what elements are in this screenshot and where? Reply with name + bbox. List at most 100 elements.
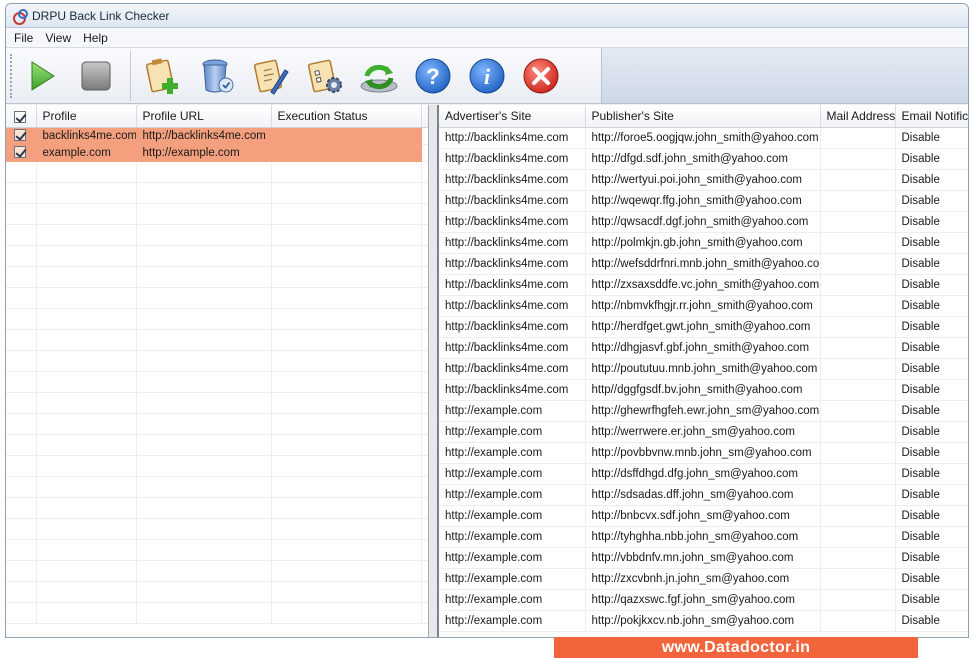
result-row[interactable]: http://example.com http://povbbvnw.mnb.jo… (439, 442, 968, 464)
mail-address (820, 274, 896, 296)
empty-row (6, 287, 428, 309)
profiles-table: Profile Profile URL Execution Status bac… (6, 105, 428, 624)
result-row[interactable]: http://backlinks4me.com http://zxsaxsddfe… (439, 274, 968, 296)
result-row[interactable]: http://example.com http://vbbdnfv.mn.john… (439, 547, 968, 569)
publisher-site: http://polmkjn.gb.john_smith@yahoo.com (585, 232, 821, 254)
result-row[interactable]: http://example.com http://tyhghha.nbb.joh… (439, 526, 968, 548)
empty-cell (36, 518, 137, 540)
exit-button[interactable] (519, 54, 563, 98)
pane-splitter[interactable] (429, 105, 437, 637)
publisher-site: http://vbbdnfv.mn.john_sm@yahoo.com (585, 547, 821, 569)
result-row[interactable]: http://example.com http://pokjkxcv.nb.joh… (439, 610, 968, 632)
help-button[interactable]: ? (411, 54, 455, 98)
start-button[interactable] (20, 54, 64, 98)
select-all-checkbox[interactable] (6, 105, 37, 128)
advertiser-site: http://backlinks4me.com (439, 169, 586, 191)
empty-cell (6, 518, 37, 540)
empty-row (6, 518, 428, 540)
empty-cell (421, 497, 428, 519)
empty-row (6, 371, 428, 393)
mail-address (820, 337, 896, 359)
content-panes: Profile Profile URL Execution Status bac… (6, 105, 968, 637)
advertiser-site: http://backlinks4me.com (439, 358, 586, 380)
empty-cell (6, 497, 37, 519)
empty-cell (36, 203, 137, 225)
row-checkbox[interactable] (6, 144, 37, 162)
advertiser-site: http://backlinks4me.com (439, 211, 586, 233)
edit-profile-button[interactable] (249, 54, 293, 98)
result-row[interactable]: http://backlinks4me.com http://dfgd.sdf.j… (439, 148, 968, 170)
row-checkbox[interactable] (6, 127, 37, 145)
result-row[interactable]: http://backlinks4me.com http://wertyui.po… (439, 169, 968, 191)
empty-cell (36, 560, 137, 582)
column-header-email-notification[interactable]: Email Notific... (895, 105, 968, 128)
add-profile-button[interactable] (141, 54, 185, 98)
column-header-profile[interactable]: Profile (36, 105, 137, 128)
empty-cell (136, 266, 272, 288)
result-row[interactable]: http://example.com http://bnbcvx.sdf.john… (439, 505, 968, 527)
add-profile-icon (145, 58, 178, 94)
title-bar[interactable]: DRPU Back Link Checker (6, 4, 968, 28)
about-button[interactable]: i (465, 54, 509, 98)
result-row[interactable]: http://example.com http://sdsadas.dff.joh… (439, 484, 968, 506)
empty-cell (36, 308, 137, 330)
empty-cell (36, 245, 137, 267)
empty-cell (36, 497, 137, 519)
result-row[interactable]: http://backlinks4me.com http://foroe5.oog… (439, 127, 968, 149)
result-row[interactable]: http://backlinks4me.com http://dhgjasvf.g… (439, 337, 968, 359)
result-row[interactable]: http://example.com http://werrwere.er.joh… (439, 421, 968, 443)
menu-help[interactable]: Help (77, 31, 114, 45)
empty-cell (271, 266, 422, 288)
result-row[interactable]: http://backlinks4me.com http://herdfget.g… (439, 316, 968, 338)
column-header-advertisers-site[interactable]: Advertiser's Site (439, 105, 586, 128)
empty-cell (6, 182, 37, 204)
empty-cell (421, 539, 428, 561)
empty-cell (36, 182, 137, 204)
menu-file[interactable]: File (8, 31, 39, 45)
result-row[interactable]: http://example.com http://ghewrfhgfeh.ewr… (439, 400, 968, 422)
result-row[interactable]: http://backlinks4me.com http://qwsacdf.dg… (439, 211, 968, 233)
stop-button[interactable] (74, 54, 118, 98)
toolbar-grip[interactable] (10, 53, 14, 98)
empty-cell (136, 329, 272, 351)
result-row[interactable]: http://backlinks4me.com http://wqewqr.ffg… (439, 190, 968, 212)
advertiser-site: http://backlinks4me.com (439, 295, 586, 317)
column-header-execution-status[interactable]: Execution Status (271, 105, 422, 128)
empty-cell (36, 350, 137, 372)
delete-profile-button[interactable] (195, 54, 239, 98)
email-notification: Disable (895, 211, 968, 233)
result-row[interactable]: http://backlinks4me.com http//dggfgsdf.bv… (439, 379, 968, 401)
column-header-profile-url[interactable]: Profile URL (136, 105, 272, 128)
publisher-site: http://wertyui.poi.john_smith@yahoo.com (585, 169, 821, 191)
result-row[interactable]: http://example.com http://zxcvbnh.jn.john… (439, 568, 968, 590)
advertiser-site: http://example.com (439, 442, 586, 464)
settings-button[interactable] (303, 54, 347, 98)
empty-cell (36, 392, 137, 414)
empty-cell (421, 287, 428, 309)
empty-cell (6, 560, 37, 582)
mail-address (820, 421, 896, 443)
email-notification: Disable (895, 127, 968, 149)
menu-view[interactable]: View (39, 31, 77, 45)
result-row[interactable]: http://example.com http://dsffdhgd.dfg.jo… (439, 463, 968, 485)
result-row[interactable]: http://backlinks4me.com http://poututuu.m… (439, 358, 968, 380)
result-row[interactable]: http://backlinks4me.com http://polmkjn.gb… (439, 232, 968, 254)
empty-cell (6, 371, 37, 393)
refresh-button[interactable] (357, 54, 401, 98)
empty-cell (421, 434, 428, 456)
brand-banner: www.Datadoctor.in (554, 637, 918, 658)
advertiser-site: http://example.com (439, 421, 586, 443)
publisher-site: http://nbmvkfhgjr.rr.john_smith@yahoo.co… (585, 295, 821, 317)
empty-cell (136, 560, 272, 582)
result-row[interactable]: http://example.com http://qazxswc.fgf.joh… (439, 589, 968, 611)
column-header-mail-address[interactable]: Mail Address (820, 105, 896, 128)
empty-row (6, 203, 428, 225)
profile-row[interactable]: example.com http://example.com (6, 144, 428, 162)
result-row[interactable]: http://backlinks4me.com http://wefsddrfnr… (439, 253, 968, 275)
empty-cell (421, 224, 428, 246)
empty-cell (136, 245, 272, 267)
profile-row[interactable]: backlinks4me.com http://backlinks4me.com (6, 127, 428, 145)
result-row[interactable]: http://backlinks4me.com http://nbmvkfhgjr… (439, 295, 968, 317)
column-header-publishers-site[interactable]: Publisher's Site (585, 105, 821, 128)
empty-cell (6, 581, 37, 603)
